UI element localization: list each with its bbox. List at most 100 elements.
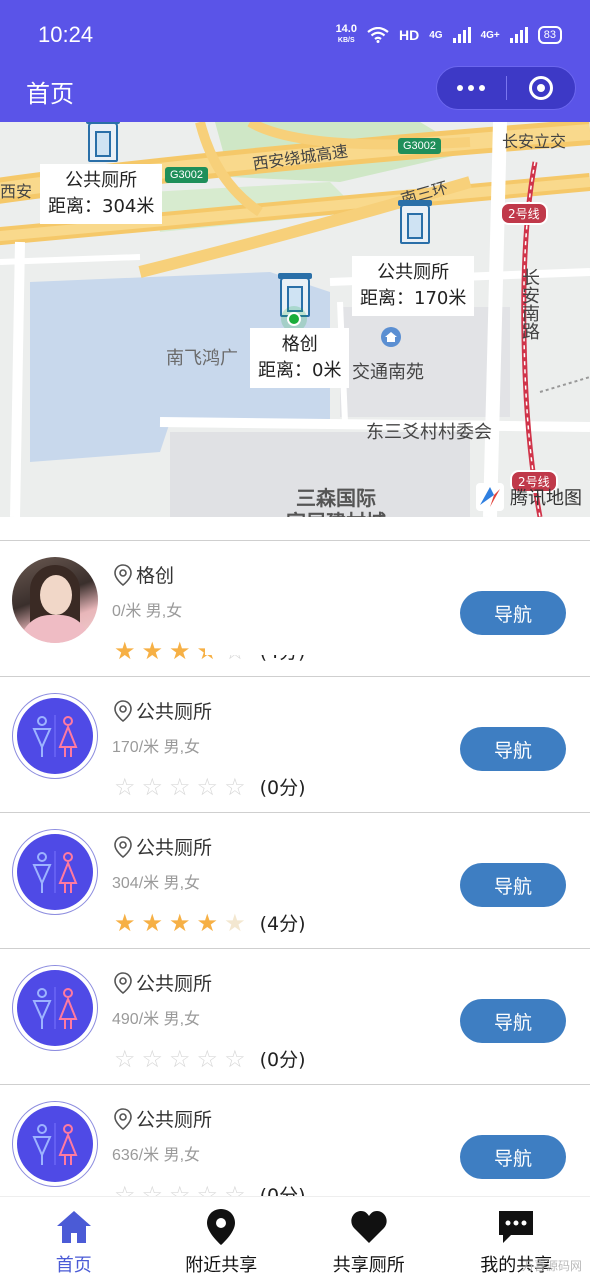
signal-bars-icon [452, 27, 471, 43]
star-icon: ☆ [141, 772, 164, 801]
list-item[interactable]: 公共厕所 170/米 男,女 ☆ ☆ ☆ ☆ ☆ (0分) 导航 [0, 676, 590, 812]
navigate-button[interactable]: 导航 [460, 591, 566, 635]
navigate-button[interactable]: 导航 [460, 1135, 566, 1179]
callout-distance: 距离：304米 [48, 196, 155, 217]
star-icon: ☆ [114, 1044, 136, 1073]
item-name-text: 公共厕所 [136, 1109, 213, 1131]
hd-label: HD [398, 27, 420, 43]
wifi-icon [367, 27, 389, 43]
avatar [12, 557, 98, 643]
list-item[interactable]: 格创0/米 男,女★★★★☆(4分)导航 [0, 540, 590, 676]
rating-score: (4分) [259, 913, 306, 935]
tab-label: 共享厕所 [332, 1255, 405, 1276]
map-label-village: 东三爻村村委会 [366, 422, 492, 443]
battery-icon: 83 [537, 26, 562, 44]
toilet-marker-icon[interactable] [278, 273, 312, 317]
rating: ☆☆☆☆☆(0分) [114, 1045, 306, 1072]
toilet-avatar-icon [12, 1101, 98, 1187]
item-info: 170/米 男,女 [112, 739, 201, 756]
heart-icon [349, 1207, 389, 1247]
tab-nearby[interactable]: 附近共享 [148, 1197, 296, 1280]
title-bar: 首页 [0, 60, 590, 122]
map-label-nanfei: 南飞鸿广 [166, 348, 238, 369]
location-pin-icon [114, 835, 132, 858]
star-icon: ☆ [196, 772, 219, 801]
toilet-avatar-icon [12, 693, 98, 779]
list-item[interactable]: 公共厕所 490/米 男,女 ☆ ☆ ☆ ☆ ☆ (0分) 导航 [0, 948, 590, 1084]
tencent-map-logo-icon [476, 483, 504, 511]
signal-label-1: 4G [429, 29, 443, 41]
highway-shield-1: G3002 [165, 167, 209, 183]
map-label-sansen-sub: 家居建材城 [286, 506, 386, 517]
location-pin-icon [114, 699, 132, 722]
star-icon: ☆ [224, 772, 246, 801]
location-pin-icon [114, 1107, 132, 1130]
map-provider-logo: 腾讯地图 [476, 483, 582, 511]
map-provider-text: 腾讯地图 [510, 488, 582, 509]
location-pin-icon [201, 1207, 241, 1247]
map-callout-0[interactable]: 格创 距离：0米 [250, 328, 350, 388]
item-info: 304/米 男,女 [112, 875, 201, 892]
star-icon: ☆ [169, 1044, 191, 1073]
star-icon: ★ [114, 636, 136, 665]
star-icon: ☆ [114, 772, 136, 801]
net-speed: 14.0 KB/S [336, 24, 357, 46]
list-item[interactable]: 公共厕所 304/米 男,女 ★ ★ ★ ★ ★ (4分) 导航 [0, 812, 590, 948]
item-name-text: 格创 [136, 565, 175, 587]
rating: ★ ★ ★ ★ ★ (4分) [114, 909, 306, 936]
tab-label: 首页 [55, 1255, 92, 1276]
toilet-marker-icon[interactable] [398, 200, 432, 244]
item-name: 公共厕所 [114, 697, 212, 724]
watermark-text: 万喜源码网 [521, 1259, 582, 1273]
callout-name: 公共厕所 [65, 170, 138, 191]
item-info: 0/米 男,女 [112, 603, 183, 620]
map-callout-304[interactable]: 公共厕所 距离：304米 [40, 164, 163, 224]
toilet-avatar-icon [12, 965, 98, 1051]
star-icon: ☆ [141, 1044, 164, 1073]
page-title: 首页 [26, 80, 74, 108]
overlay-patch [205, 625, 390, 655]
item-name-text: 公共厕所 [136, 701, 213, 723]
miniprogram-capsule [436, 66, 576, 110]
star-icon: ★ [169, 908, 191, 937]
item-name-text: 公共厕所 [136, 973, 213, 995]
map-view[interactable]: G3002 G3002 西安绕城高速 西安 南三环 长安立交 2号线 2号线 长… [0, 122, 590, 517]
map-label-changan-road: 长安南路 [519, 268, 540, 340]
current-location-dot [287, 312, 301, 326]
navigate-button[interactable]: 导航 [460, 999, 566, 1043]
star-icon: ★ [169, 636, 191, 665]
status-time: 10:24 [38, 22, 94, 47]
app-header: 10:24 14.0 KB/S HD 4G 4G+ 83 首页 [0, 0, 590, 122]
item-name: 格创 [114, 561, 174, 588]
star-icon: ★ [224, 908, 246, 937]
net-speed-value: 14.0 [335, 23, 357, 35]
star-icon: ☆ [169, 772, 191, 801]
star-icon: ★ [114, 908, 136, 937]
map-label-xian: 西安 [0, 182, 33, 201]
tab-home[interactable]: 首页 [0, 1197, 148, 1280]
highway-shield-2: G3002 [398, 138, 442, 154]
rating: ☆☆☆☆☆(0分) [114, 773, 306, 800]
item-name-text: 公共厕所 [136, 837, 213, 859]
tab-shared[interactable]: 共享厕所 [295, 1197, 443, 1280]
item-name: 公共厕所 [114, 1105, 212, 1132]
callout-distance: 距离：170米 [360, 288, 467, 309]
more-dots-icon[interactable] [437, 67, 506, 109]
callout-distance: 距离：0米 [258, 360, 342, 381]
star-icon: ☆ [196, 1044, 219, 1073]
location-pin-icon [114, 971, 132, 994]
item-name: 公共厕所 [114, 833, 212, 860]
tab-label: 附近共享 [185, 1255, 258, 1276]
map-callout-170[interactable]: 公共厕所 距离：170米 [352, 256, 475, 316]
map-label-jiaotong: 交通南苑 [352, 362, 424, 383]
status-indicators: 14.0 KB/S HD 4G 4G+ 83 [336, 24, 562, 46]
navigate-button[interactable]: 导航 [460, 727, 566, 771]
navigate-button[interactable]: 导航 [460, 863, 566, 907]
map-label-changan-lijiao: 长安立交 [502, 132, 567, 151]
item-info: 490/米 男,女 [112, 1011, 201, 1028]
callout-name: 公共厕所 [377, 262, 450, 283]
home-icon [54, 1207, 94, 1247]
target-circle-icon[interactable] [507, 67, 576, 109]
toilet-marker-icon[interactable] [86, 122, 120, 162]
rating-score: (0分) [259, 1049, 306, 1071]
